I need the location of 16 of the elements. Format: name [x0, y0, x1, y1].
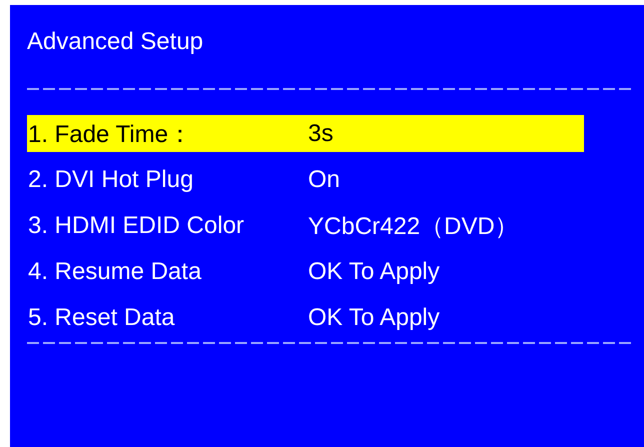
- item-label: 4. Resume Data: [27, 258, 202, 286]
- item-value: On: [308, 166, 340, 194]
- menu-item[interactable]: 3. HDMI EDID Color YCbCr422（DVD）: [27, 207, 584, 244]
- item-label: 5. Reset Data: [27, 304, 176, 332]
- menu-item[interactable]: 2. DVI Hot Plug On: [27, 161, 584, 198]
- item-value: YCbCr422（DVD）: [308, 212, 519, 242]
- item-value: OK To Apply: [308, 304, 440, 332]
- item-value: OK To Apply: [308, 258, 440, 286]
- menu-item[interactable]: 4. Resume Data OK To Apply: [27, 253, 584, 290]
- menu-title: Advanced Setup: [27, 27, 204, 57]
- item-label: 1. Fade Time：: [27, 120, 194, 150]
- menu-item[interactable]: 5. Reset Data OK To Apply: [27, 299, 584, 336]
- item-label: 3. HDMI EDID Color: [27, 212, 246, 240]
- item-label: 2. DVI Hot Plug: [27, 166, 194, 194]
- item-value: 3s: [308, 120, 334, 148]
- menu-item[interactable]: 1. Fade Time： 3s: [27, 115, 584, 152]
